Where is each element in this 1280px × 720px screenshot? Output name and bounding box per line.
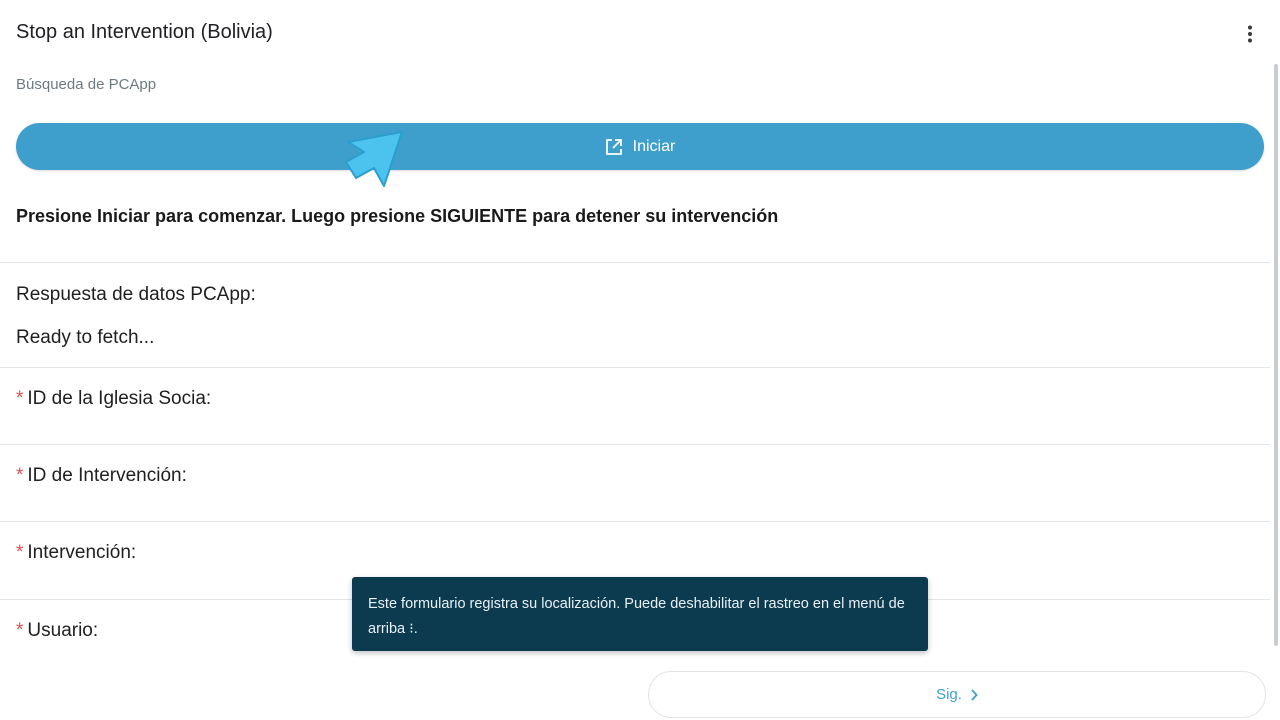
field-partner-church-id[interactable]: * ID de la Iglesia Socia:: [16, 388, 211, 410]
page-title: Stop an Intervention (Bolivia): [16, 21, 273, 43]
required-marker: *: [16, 542, 24, 563]
required-marker: *: [16, 465, 24, 486]
next-button-label: Sig.: [936, 686, 962, 703]
response-value: Ready to fetch...: [16, 327, 155, 348]
open-in-new-icon: [605, 138, 623, 156]
field-user[interactable]: * Usuario:: [16, 620, 98, 642]
location-tracking-toast: Este formulario registra su localización…: [352, 577, 928, 651]
field-label: Usuario:: [27, 620, 99, 641]
cursor-pointer-icon: [345, 131, 403, 187]
start-button[interactable]: Iniciar: [16, 123, 1264, 170]
instruction-text: Presione Iniciar para comenzar. Luego pr…: [16, 206, 779, 226]
divider: [0, 444, 1270, 445]
field-label: ID de Intervención:: [27, 465, 187, 486]
toast-message: Este formulario registra su localización…: [368, 596, 905, 637]
divider: [0, 521, 1270, 522]
scrollbar[interactable]: [1274, 64, 1278, 646]
chevron-right-icon: [970, 688, 978, 701]
next-button[interactable]: Sig.: [648, 671, 1266, 718]
section-subtitle: Búsqueda de PCApp: [16, 76, 157, 93]
start-button-label: Iniciar: [632, 137, 676, 155]
more-vert-icon[interactable]: [1238, 22, 1262, 46]
field-intervention[interactable]: * Intervención:: [16, 542, 136, 564]
required-marker: *: [16, 388, 24, 409]
required-marker: *: [16, 620, 24, 641]
form-screen: Stop an Intervention (Bolivia) Búsqueda …: [0, 0, 1280, 720]
divider: [0, 367, 1270, 368]
field-intervention-id[interactable]: * ID de Intervención:: [16, 465, 187, 487]
response-label: Respuesta de datos PCApp:: [16, 284, 256, 305]
divider: [0, 262, 1270, 263]
field-label: ID de la Iglesia Socia:: [27, 388, 212, 409]
field-label: Intervención:: [27, 542, 137, 563]
